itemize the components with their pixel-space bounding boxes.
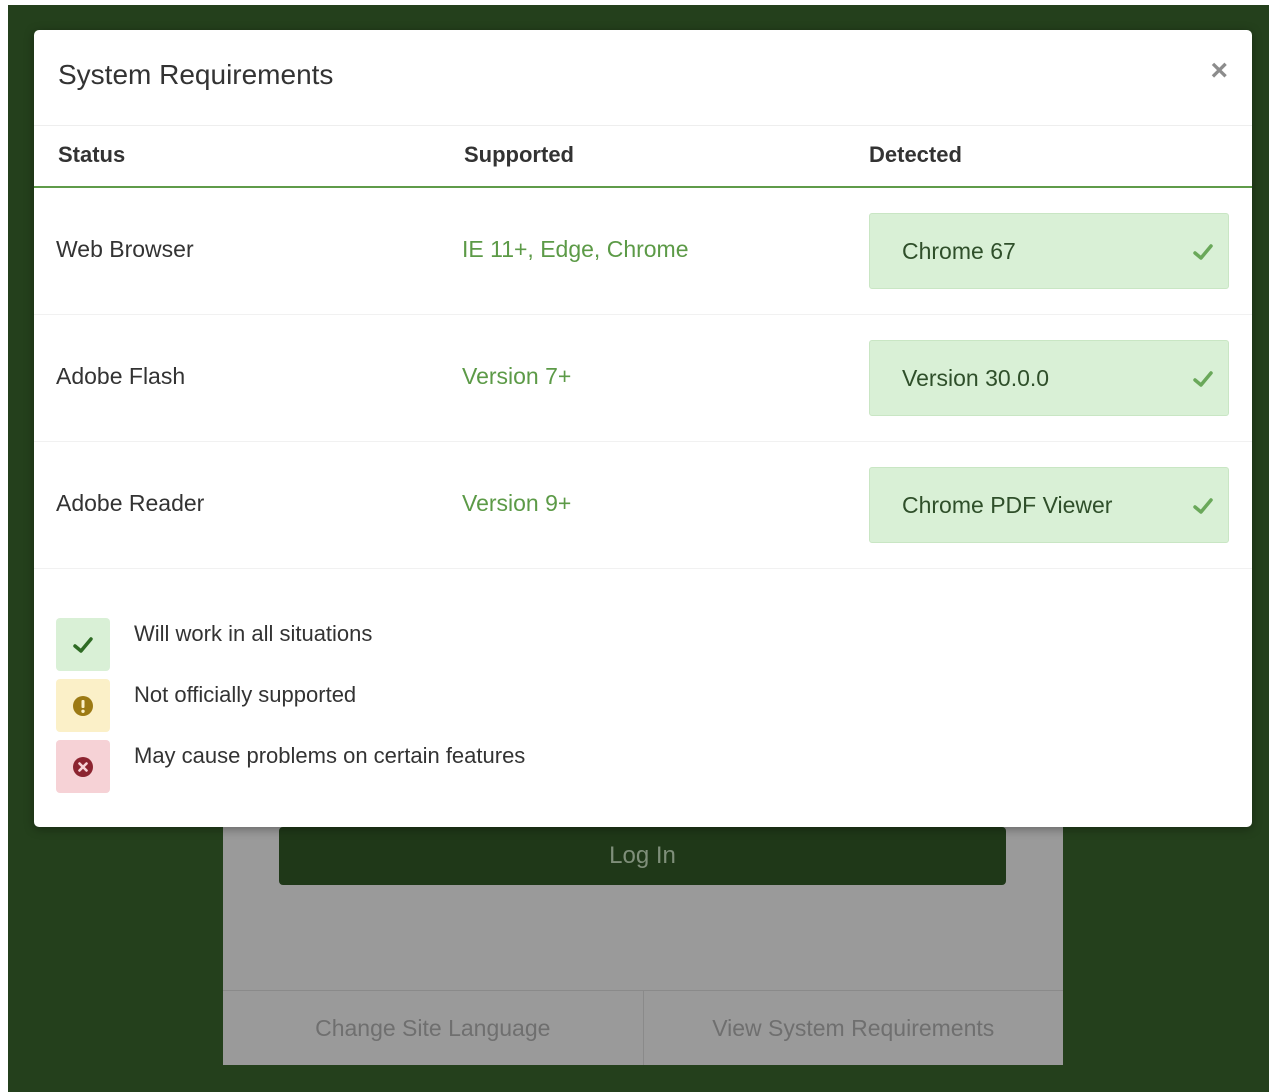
modal-header: System Requirements × [34,30,1252,126]
system-requirements-modal: System Requirements × Status Supported D… [34,30,1252,827]
legend-text: Will work in all situations [134,621,373,646]
change-language-link: Change Site Language [315,1014,551,1041]
check-icon [56,618,110,671]
x-circle-icon [56,740,110,793]
header-status: Status [58,142,126,167]
row-supported: IE 11+, Edge, Chrome [462,236,689,262]
check-icon [1193,371,1213,387]
modal-title: System Requirements [58,59,334,90]
row-name: Web Browser [56,236,194,262]
row-supported: Version 7+ [462,363,572,389]
table-header: Status Supported Detected [34,126,1252,188]
table-row: Web Browser IE 11+, Edge, Chrome Chrome … [34,188,1252,315]
detected-value: Version 30.0.0 [902,365,1050,391]
legend-text: May cause problems on certain features [134,743,526,768]
exclamation-icon [56,679,110,732]
detected-value: Chrome PDF Viewer [902,492,1113,518]
check-icon [1193,244,1213,260]
legend-text: Not officially supported [134,682,357,707]
row-name: Adobe Flash [56,363,186,389]
row-supported: Version 9+ [462,490,572,516]
close-button[interactable]: × [1210,56,1228,86]
login-button: Log In [279,827,1006,885]
login-card-footer: Change Site Language View System Require… [223,990,1063,1065]
detected-value: Chrome 67 [902,238,1016,264]
row-name: Adobe Reader [56,490,205,516]
detected-badge: Version 30.0.0 [869,340,1229,416]
check-icon [1193,498,1213,514]
detected-badge: Chrome 67 [869,213,1229,289]
header-detected: Detected [869,142,962,167]
view-requirements-link: View System Requirements [642,991,1064,1065]
detected-badge: Chrome PDF Viewer [869,467,1229,543]
table-row: Adobe Reader Version 9+ Chrome PDF Viewe… [34,442,1252,569]
table-row: Adobe Flash Version 7+ Version 30.0.0 [34,315,1252,442]
header-supported: Supported [464,142,574,167]
